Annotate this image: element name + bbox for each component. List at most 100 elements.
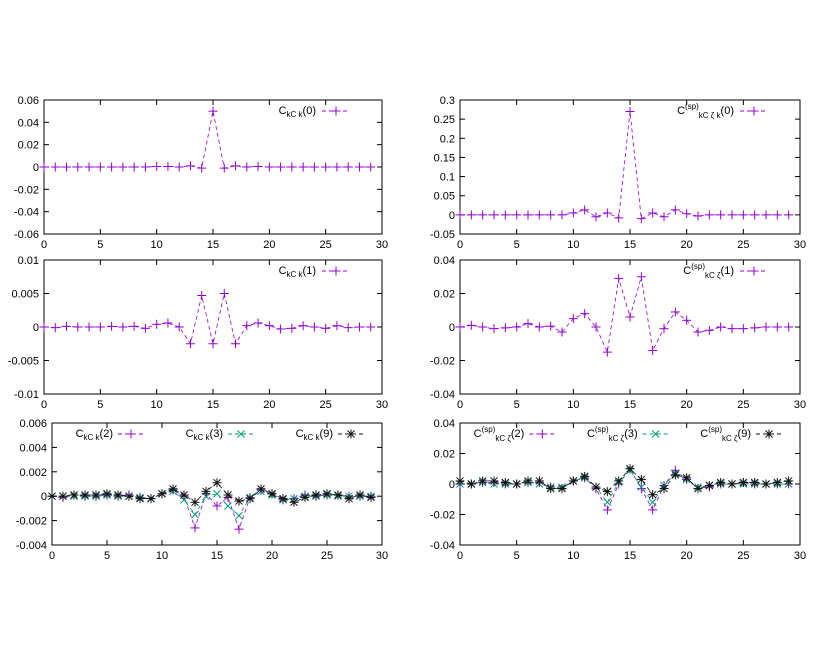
y-tick-label: 0.15 <box>434 152 455 164</box>
data-point <box>568 314 578 324</box>
data-point <box>716 210 726 220</box>
x-tick-label: 5 <box>514 399 520 411</box>
x-tick-label: 0 <box>41 239 47 251</box>
data-point <box>309 322 319 332</box>
legend-label-1: C(sp)kC ζ(2) <box>474 425 525 443</box>
y-tick-label: 0 <box>449 479 455 491</box>
data-point <box>107 162 117 172</box>
data-point <box>591 212 601 222</box>
x-tick-label: 25 <box>737 399 749 411</box>
data-point <box>659 484 669 494</box>
x-tick-label: 20 <box>681 239 693 251</box>
data-point <box>670 307 680 317</box>
y-tick-label: 0 <box>449 322 455 334</box>
data-point <box>289 497 299 507</box>
data-point <box>603 498 612 507</box>
data-point <box>455 210 465 220</box>
data-point <box>242 321 252 331</box>
data-point <box>95 322 105 332</box>
legend-marker <box>764 429 774 439</box>
data-point <box>129 321 139 331</box>
data-point <box>750 210 760 220</box>
data-point <box>309 162 319 172</box>
y-tick-label: -0.005 <box>8 356 39 368</box>
data-point <box>636 214 646 224</box>
data-point <box>602 487 612 497</box>
x-tick-label: 15 <box>624 550 636 562</box>
data-point <box>761 322 771 332</box>
y-tick-label: 0.02 <box>434 289 455 301</box>
x-tick-label: 15 <box>624 399 636 411</box>
data-point <box>648 505 658 515</box>
x-tick-label: 0 <box>457 239 463 251</box>
x-tick-label: 20 <box>263 239 275 251</box>
x-tick-label: 25 <box>320 239 332 251</box>
data-point <box>39 162 49 172</box>
y-tick-label: -0.04 <box>430 540 455 552</box>
legend-label-1: CkC k(0) <box>279 105 316 119</box>
chart-panel-1: 0 5 10 15 20 25 30 -0.06 -0.04 -0.02 0 0.02 0.04 0.06… <box>14 95 388 251</box>
y-tick-label: 0.002 <box>19 467 47 479</box>
x-tick-label: 25 <box>737 550 749 562</box>
data-point <box>322 489 332 499</box>
series-line-1 <box>43 293 371 345</box>
data-point <box>163 161 173 171</box>
data-point <box>784 476 794 486</box>
data-point <box>523 210 533 220</box>
data-point <box>276 324 286 334</box>
data-point <box>455 322 465 332</box>
data-point <box>190 523 200 533</box>
data-point <box>523 319 533 329</box>
data-point <box>784 322 794 332</box>
y-tick-label: 0.25 <box>434 114 455 126</box>
data-point <box>455 476 465 486</box>
chart-panel-3: 0 5 10 15 20 25 30 -0.01 -0.005 0 0.005 0.01 CkC k(1… <box>8 255 388 411</box>
data-point <box>332 162 342 172</box>
figure-canvas: 0 5 10 15 20 25 30 -0.06 -0.04 -0.02 0 0.02 0.04 0.06… <box>8 95 806 562</box>
data-point <box>264 321 274 331</box>
data-point <box>500 323 510 333</box>
chart-panel-6: 0 5 10 15 20 25 30 -0.04 -0.02 0 0.02 0.04 C(sp)kC ζ… <box>430 418 806 562</box>
data-point <box>659 324 669 334</box>
data-point <box>84 322 94 332</box>
data-point <box>512 479 522 489</box>
data-point <box>50 162 60 172</box>
x-tick-label: 25 <box>320 399 332 411</box>
x-tick-label: 15 <box>207 399 219 411</box>
data-point <box>219 163 229 173</box>
data-point <box>267 489 277 499</box>
data-point <box>682 473 692 483</box>
data-point <box>146 494 156 504</box>
y-tick-label: 0 <box>33 322 39 334</box>
legend-label-3: C(sp)kC ζ(9) <box>700 425 751 443</box>
x-tick-label: 0 <box>41 399 47 411</box>
data-point <box>557 327 567 337</box>
x-tick-label: 20 <box>263 399 275 411</box>
data-point <box>602 208 612 218</box>
data-point <box>704 481 714 491</box>
data-point <box>163 318 173 328</box>
data-point <box>197 291 207 301</box>
data-point <box>614 476 624 486</box>
data-point <box>242 162 252 172</box>
data-point <box>208 339 218 349</box>
data-point <box>534 322 544 332</box>
data-point <box>107 321 117 331</box>
data-point <box>580 471 590 481</box>
data-point <box>761 479 771 489</box>
x-tick-label: 5 <box>514 239 520 251</box>
data-point <box>256 484 266 494</box>
data-point <box>231 161 241 171</box>
data-point <box>185 161 195 171</box>
data-point <box>682 315 692 325</box>
y-tick-label: -0.04 <box>14 207 39 219</box>
x-tick-label: 25 <box>321 550 333 562</box>
data-point <box>761 210 771 220</box>
data-point <box>636 272 646 282</box>
data-point <box>500 210 510 220</box>
x-tick-label: 0 <box>457 399 463 411</box>
data-point <box>208 106 218 116</box>
y-tick-label: 0.005 <box>11 289 39 301</box>
data-point <box>648 490 658 500</box>
data-point <box>625 106 635 116</box>
